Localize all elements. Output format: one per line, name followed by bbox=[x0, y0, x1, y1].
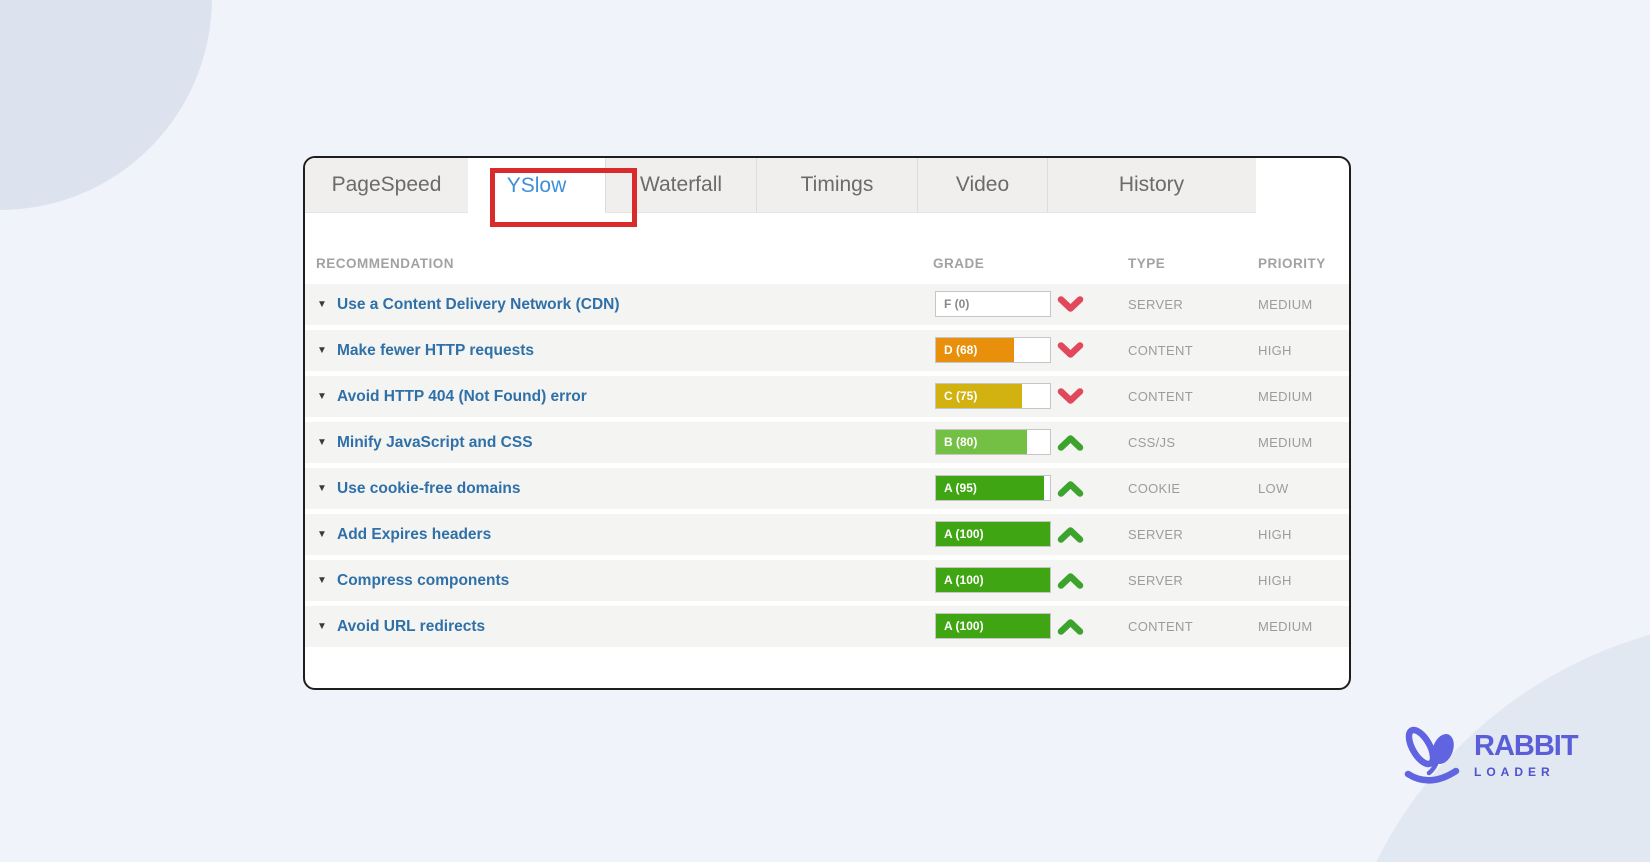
recommendation-link[interactable]: Minify JavaScript and CSS bbox=[337, 422, 533, 463]
trend-up-icon bbox=[1057, 618, 1084, 640]
rabbit-loader-logo: RABBIT LOADER bbox=[1400, 722, 1578, 793]
priority-cell: MEDIUM bbox=[1258, 422, 1313, 463]
logo-brand-text: RABBIT bbox=[1474, 732, 1578, 761]
type-cell: SERVER bbox=[1128, 514, 1183, 555]
type-cell: CONTENT bbox=[1128, 330, 1193, 371]
type-cell: SERVER bbox=[1128, 284, 1183, 325]
table-row: ▼ Add Expires headers A (100) SERVER HIG… bbox=[305, 514, 1349, 555]
trend-down-icon bbox=[1057, 296, 1084, 318]
tab-video[interactable]: Video bbox=[917, 158, 1047, 212]
grade-label: A (100) bbox=[944, 614, 984, 638]
header-type: TYPE bbox=[1128, 246, 1165, 282]
rabbit-ears-icon bbox=[1400, 722, 1464, 793]
screenshot-stage: PageSpeedYSlowWaterfallTimingsVideoHisto… bbox=[0, 0, 1650, 862]
logo-sub-text: LOADER bbox=[1474, 765, 1578, 779]
tab-bar: PageSpeedYSlowWaterfallTimingsVideoHisto… bbox=[305, 158, 1256, 213]
type-cell: COOKIE bbox=[1128, 468, 1180, 509]
tab-history[interactable]: History bbox=[1047, 158, 1255, 212]
grade-bar: A (100) bbox=[935, 521, 1051, 547]
grade-bar: B (80) bbox=[935, 429, 1051, 455]
recommendation-link[interactable]: Compress components bbox=[337, 560, 509, 601]
priority-cell: MEDIUM bbox=[1258, 284, 1313, 325]
table-header-row: RECOMMENDATION GRADE TYPE PRIORITY bbox=[305, 246, 1349, 282]
header-priority: PRIORITY bbox=[1258, 246, 1326, 282]
priority-cell: HIGH bbox=[1258, 330, 1292, 371]
trend-down-icon bbox=[1057, 342, 1084, 364]
tab-timings[interactable]: Timings bbox=[756, 158, 917, 212]
priority-cell: MEDIUM bbox=[1258, 606, 1313, 647]
table-row: ▼ Make fewer HTTP requests D (68) CONTEN… bbox=[305, 330, 1349, 371]
recommendation-link[interactable]: Avoid URL redirects bbox=[337, 606, 485, 647]
priority-cell: HIGH bbox=[1258, 560, 1292, 601]
decorative-circle-top-left bbox=[0, 0, 212, 210]
expand-caret-icon[interactable]: ▼ bbox=[317, 514, 327, 555]
gtmetrix-report-card: PageSpeedYSlowWaterfallTimingsVideoHisto… bbox=[303, 156, 1351, 690]
table-row: ▼ Use cookie-free domains A (95) COOKIE … bbox=[305, 468, 1349, 509]
header-recommendation: RECOMMENDATION bbox=[316, 246, 454, 282]
type-cell: CONTENT bbox=[1128, 606, 1193, 647]
priority-cell: LOW bbox=[1258, 468, 1289, 509]
expand-caret-icon[interactable]: ▼ bbox=[317, 330, 327, 371]
trend-up-icon bbox=[1057, 572, 1084, 594]
priority-cell: HIGH bbox=[1258, 514, 1292, 555]
grade-label: C (75) bbox=[944, 384, 977, 408]
priority-cell: MEDIUM bbox=[1258, 376, 1313, 417]
expand-caret-icon[interactable]: ▼ bbox=[317, 422, 327, 463]
trend-up-icon bbox=[1057, 434, 1084, 456]
type-cell: SERVER bbox=[1128, 560, 1183, 601]
recommendation-link[interactable]: Add Expires headers bbox=[337, 514, 491, 555]
recommendation-link[interactable]: Use a Content Delivery Network (CDN) bbox=[337, 284, 620, 325]
header-grade: GRADE bbox=[933, 246, 984, 282]
grade-bar: F (0) bbox=[935, 291, 1051, 317]
table-row: ▼ Compress components A (100) SERVER HIG… bbox=[305, 560, 1349, 601]
grade-label: A (100) bbox=[944, 522, 984, 546]
yslow-highlight-box bbox=[490, 168, 637, 227]
recommendations-table-body: ▼ Use a Content Delivery Network (CDN) F… bbox=[305, 284, 1349, 652]
expand-caret-icon[interactable]: ▼ bbox=[317, 606, 327, 647]
grade-bar: A (100) bbox=[935, 613, 1051, 639]
grade-bar: D (68) bbox=[935, 337, 1051, 363]
table-row: ▼ Avoid HTTP 404 (Not Found) error C (75… bbox=[305, 376, 1349, 417]
recommendation-link[interactable]: Make fewer HTTP requests bbox=[337, 330, 534, 371]
trend-up-icon bbox=[1057, 526, 1084, 548]
expand-caret-icon[interactable]: ▼ bbox=[317, 560, 327, 601]
grade-label: A (100) bbox=[944, 568, 984, 592]
grade-bar: A (95) bbox=[935, 475, 1051, 501]
grade-label: A (95) bbox=[944, 476, 977, 500]
recommendation-link[interactable]: Use cookie-free domains bbox=[337, 468, 520, 509]
expand-caret-icon[interactable]: ▼ bbox=[317, 376, 327, 417]
logo-wordmark: RABBIT LOADER bbox=[1474, 722, 1578, 779]
tab-pagespeed[interactable]: PageSpeed bbox=[305, 158, 468, 212]
grade-label: F (0) bbox=[944, 292, 969, 316]
grade-label: B (80) bbox=[944, 430, 977, 454]
grade-bar: A (100) bbox=[935, 567, 1051, 593]
grade-label: D (68) bbox=[944, 338, 977, 362]
grade-bar: C (75) bbox=[935, 383, 1051, 409]
expand-caret-icon[interactable]: ▼ bbox=[317, 468, 327, 509]
recommendation-link[interactable]: Avoid HTTP 404 (Not Found) error bbox=[337, 376, 587, 417]
type-cell: CSS/JS bbox=[1128, 422, 1175, 463]
type-cell: CONTENT bbox=[1128, 376, 1193, 417]
table-row: ▼ Avoid URL redirects A (100) CONTENT ME… bbox=[305, 606, 1349, 647]
trend-down-icon bbox=[1057, 388, 1084, 410]
trend-up-icon bbox=[1057, 480, 1084, 502]
expand-caret-icon[interactable]: ▼ bbox=[317, 284, 327, 325]
table-row: ▼ Minify JavaScript and CSS B (80) CSS/J… bbox=[305, 422, 1349, 463]
table-row: ▼ Use a Content Delivery Network (CDN) F… bbox=[305, 284, 1349, 325]
